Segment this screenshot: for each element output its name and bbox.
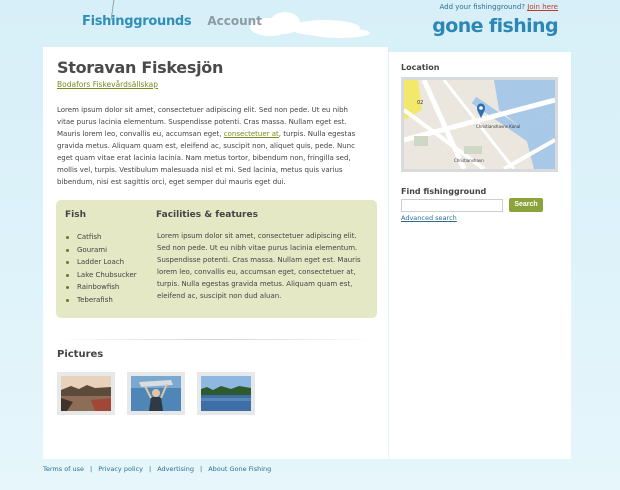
fish-list-item: Lake Chubsucker [66, 269, 137, 282]
location-map[interactable]: 02 Christianshavns Kanal Christianshavn [401, 77, 558, 172]
inline-link[interactable]: consectetuer at [224, 130, 279, 138]
sidebar: Location 02 Christianshavns Kanal Christ… [389, 52, 571, 459]
map-label-canal: Christianshavns Kanal [476, 124, 520, 129]
facilities-text: Lorem ipsum dolor sit amet, consectetuer… [157, 232, 361, 300]
lake-sunset-image [61, 376, 111, 411]
fisherman-image [131, 376, 181, 411]
footer-advertising-link[interactable]: Advertising [157, 465, 194, 473]
nav-fishinggrounds-link[interactable]: Fishinggrounds [82, 0, 192, 29]
footer-privacy-link[interactable]: Privacy policy [98, 465, 143, 473]
nav-account-link[interactable]: Account [207, 14, 262, 28]
search-button[interactable]: Search [509, 198, 543, 212]
forest-lake-image [201, 376, 251, 411]
footer-terms-link[interactable]: Terms of use [43, 465, 84, 473]
brand-logo[interactable]: gone fishing [432, 15, 558, 37]
section-divider [56, 339, 377, 340]
join-prompt: Add your fishingground? Join here [439, 3, 558, 11]
club-link[interactable]: Bodafors Fiskevårdsällskap [57, 80, 158, 89]
main-nav: Fishinggrounds Account [82, 0, 262, 29]
footer: Terms of use | Privacy policy | Advertis… [43, 465, 271, 473]
find-heading: Find fishingground [401, 187, 487, 196]
picture-thumbnail-forest-lake[interactable] [197, 372, 255, 415]
pictures-heading: Pictures [57, 349, 104, 360]
picture-thumbnail-fisherman[interactable] [127, 372, 185, 415]
fish-list-item: Gourami [66, 244, 137, 257]
footer-about-link[interactable]: About Gone Fishing [208, 465, 271, 473]
fish-list: Catfish Gourami Ladder Loach Lake Chubsu… [66, 231, 137, 306]
fish-list-item: Teberafish [66, 294, 137, 307]
nav-fishinggrounds-label: Fishinggrounds [82, 14, 192, 29]
description-part-2: , turpis. Nulla egestas gravida metus. A… [57, 130, 356, 186]
fish-list-item: Rainbowfish [66, 281, 137, 294]
advanced-search-link[interactable]: Advanced search [401, 214, 457, 222]
description-text: Lorem ipsum dolor sit amet, consectetuer… [57, 104, 363, 188]
join-link[interactable]: Join here [527, 3, 558, 11]
info-box: Fish Catfish Gourami Ladder Loach Lake C… [56, 200, 377, 318]
location-heading: Location [401, 63, 440, 72]
fish-list-item: Ladder Loach [66, 256, 137, 269]
facilities-heading: Facilities & features [156, 210, 258, 220]
footer-separator: | [90, 465, 93, 473]
main-content: Storavan Fiskesjön Bodafors Fiskevårdsäl… [43, 47, 388, 459]
page-title: Storavan Fiskesjön [57, 58, 224, 77]
footer-separator: | [199, 465, 203, 473]
footer-separator: | [149, 465, 152, 473]
picture-thumbnail-lake-sunset[interactable] [57, 372, 115, 415]
map-graphic: 02 Christianshavns Kanal Christianshavn [404, 80, 555, 169]
search-input[interactable] [401, 199, 503, 212]
fish-heading: Fish [65, 210, 86, 220]
fish-list-item: Catfish [66, 231, 137, 244]
join-prompt-text: Add your fishingground? [439, 3, 526, 11]
map-label-district: Christianshavn [454, 158, 484, 163]
map-label-road: 02 [417, 100, 423, 106]
